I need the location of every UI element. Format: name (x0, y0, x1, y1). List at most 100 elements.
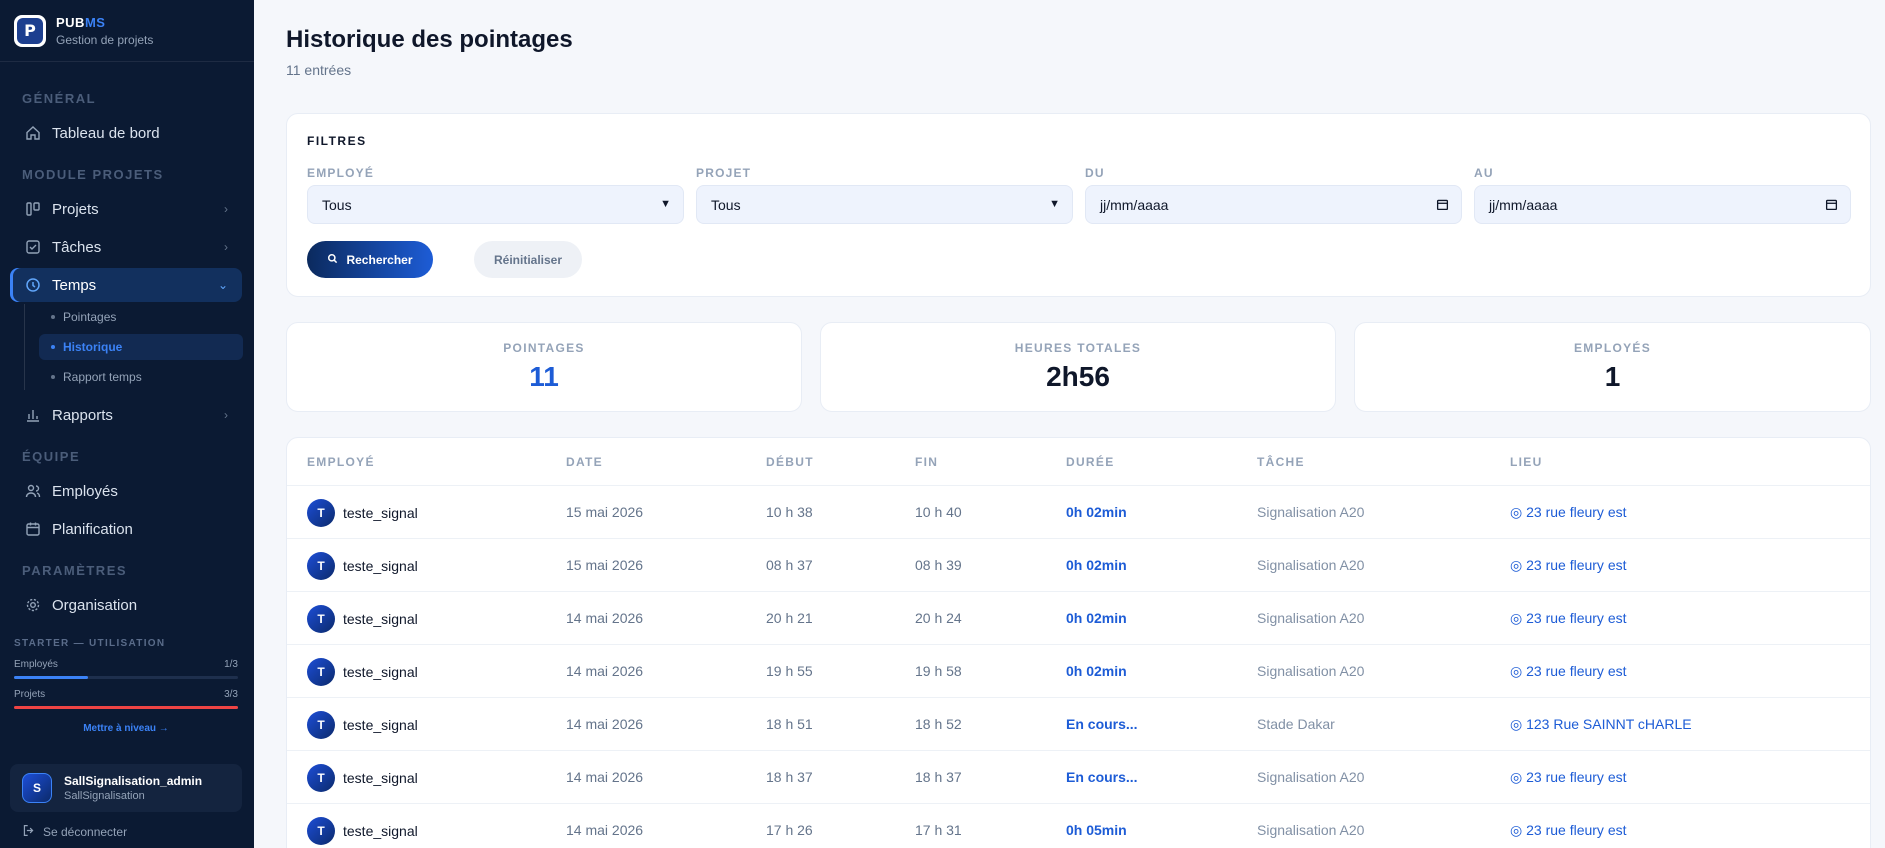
task-cell: Signalisation A20 (1257, 504, 1365, 520)
kanban-icon (24, 200, 42, 218)
user-card[interactable]: S SallSignalisation_admin SallSignalisat… (10, 764, 242, 812)
task-cell: Signalisation A20 (1257, 822, 1365, 838)
table-row[interactable]: Tteste_signal 15 mai 2026 10 h 38 10 h 40 0h… (287, 486, 1870, 539)
to-date-label: AU (1474, 166, 1494, 180)
start-cell: 19 h 55 (766, 663, 813, 679)
table-row[interactable]: Tteste_signal 14 mai 2026 18 h 37 18 h 37 En… (287, 751, 1870, 804)
employee-cell: Tteste_signal (307, 605, 418, 633)
employee-name: teste_signal (343, 717, 418, 733)
duration-cell: 0h 02min (1066, 557, 1127, 573)
project-select[interactable]: Tous ▼ (696, 185, 1073, 224)
employee-select[interactable]: Tous ▼ (307, 185, 684, 224)
end-cell: 08 h 39 (915, 557, 962, 573)
avatar: T (307, 764, 335, 792)
start-cell: 18 h 37 (766, 769, 813, 785)
plan-usage: STARTER — UTILISATION Employés 1/3 Projet… (14, 638, 238, 734)
users-icon (24, 482, 42, 500)
nav-projects[interactable]: Projets › (10, 192, 242, 226)
avatar: S (22, 773, 52, 803)
duration-cell: 0h 02min (1066, 504, 1127, 520)
projects-usage-bar (14, 706, 238, 709)
main-content: Historique des pointages 11 entrées FILT… (254, 0, 1885, 848)
history-table: EMPLOYÉ DATE DÉBUT FIN DURÉE TÂCHE LIEU … (286, 437, 1871, 848)
location-cell[interactable]: ◎ 123 Rue SAINNT cHARLE (1510, 716, 1692, 733)
nav-organization[interactable]: Organisation (10, 588, 242, 622)
section-projects: MODULE PROJETS (22, 167, 164, 182)
from-date-label: DU (1085, 166, 1105, 180)
time-subnav: Pointages Historique Rapport temps (24, 304, 243, 390)
date-cell: 14 mai 2026 (566, 769, 644, 785)
employee-cell: Tteste_signal (307, 764, 418, 792)
stat-card-pointages: POINTAGES 11 (286, 322, 802, 412)
checkbox-icon (24, 238, 42, 256)
employee-name: teste_signal (343, 558, 418, 574)
reset-button[interactable]: Réinitialiser (474, 241, 582, 278)
project-filter-label: PROJET (696, 166, 752, 180)
employee-name: teste_signal (343, 505, 418, 521)
user-name: SallSignalisation_admin (64, 774, 203, 788)
employees-usage-bar (14, 676, 238, 679)
location-cell[interactable]: ◎ 23 rue fleury est (1510, 504, 1627, 521)
employee-cell: Tteste_signal (307, 711, 418, 739)
upgrade-link[interactable]: Mettre à niveau → (14, 723, 238, 734)
duration-cell: 0h 02min (1066, 663, 1127, 679)
chevron-right-icon: › (224, 202, 228, 216)
date-cell: 14 mai 2026 (566, 716, 644, 732)
start-cell: 18 h 51 (766, 716, 813, 732)
duration-cell: 0h 05min (1066, 822, 1127, 838)
entry-count: 11 entrées (286, 62, 352, 78)
subnav-pointages[interactable]: Pointages (39, 304, 243, 330)
nav-time[interactable]: Temps ⌄ (10, 268, 242, 302)
start-cell: 10 h 38 (766, 504, 813, 520)
search-button[interactable]: Rechercher (307, 241, 433, 278)
nav-reports[interactable]: Rapports › (10, 398, 242, 432)
table-row[interactable]: Tteste_signal 14 mai 2026 18 h 51 18 h 52 En… (287, 698, 1870, 751)
chevron-right-icon: › (224, 240, 228, 254)
table-row[interactable]: Tteste_signal 14 mai 2026 17 h 26 17 h 31 0h… (287, 804, 1870, 848)
date-cell: 14 mai 2026 (566, 663, 644, 679)
location-cell[interactable]: ◎ 23 rue fleury est (1510, 822, 1627, 839)
end-cell: 18 h 37 (915, 769, 962, 785)
clock-icon (24, 276, 42, 294)
subnav-rapport-temps[interactable]: Rapport temps (39, 364, 243, 390)
nav-dashboard[interactable]: Tableau de bord (10, 116, 242, 150)
table-row[interactable]: Tteste_signal 14 mai 2026 20 h 21 20 h 24 0h… (287, 592, 1870, 645)
location-cell[interactable]: ◎ 23 rue fleury est (1510, 769, 1627, 786)
employee-filter-label: EMPLOYÉ (307, 166, 375, 180)
employee-name: teste_signal (343, 770, 418, 786)
start-cell: 20 h 21 (766, 610, 813, 626)
avatar: T (307, 711, 335, 739)
location-cell[interactable]: ◎ 23 rue fleury est (1510, 663, 1627, 680)
to-date-input[interactable]: jj/mm/aaaa (1474, 185, 1851, 224)
avatar: T (307, 499, 335, 527)
avatar: T (307, 658, 335, 686)
table-row[interactable]: Tteste_signal 15 mai 2026 08 h 37 08 h 39 0h… (287, 539, 1870, 592)
table-row[interactable]: Tteste_signal 14 mai 2026 19 h 55 19 h 58 0h… (287, 645, 1870, 698)
subnav-historique[interactable]: Historique (39, 334, 243, 360)
app-name: PUBMS (56, 14, 106, 30)
from-date-input[interactable]: jj/mm/aaaa (1085, 185, 1462, 224)
employee-name: teste_signal (343, 664, 418, 680)
filters-title: FILTRES (307, 134, 367, 148)
employee-cell: Tteste_signal (307, 552, 418, 580)
page-title: Historique des pointages (286, 26, 573, 53)
end-cell: 18 h 52 (915, 716, 962, 732)
nav-employees[interactable]: Employés (10, 474, 242, 508)
end-cell: 20 h 24 (915, 610, 962, 626)
location-cell[interactable]: ◎ 23 rue fleury est (1510, 557, 1627, 574)
end-cell: 19 h 58 (915, 663, 962, 679)
task-cell: Signalisation A20 (1257, 663, 1365, 679)
table-header: EMPLOYÉ DATE DÉBUT FIN DURÉE TÂCHE LIEU (287, 438, 1870, 486)
home-icon (24, 124, 42, 142)
brand[interactable]: P PUBMS Gestion de projets (0, 0, 254, 62)
logout-button[interactable]: Se déconnecter (22, 824, 127, 840)
duration-cell: En cours... (1066, 716, 1138, 732)
nav-planning[interactable]: Planification (10, 512, 242, 546)
calendar-icon (24, 520, 42, 538)
nav-tasks[interactable]: Tâches › (10, 230, 242, 264)
sidebar: P PUBMS Gestion de projets GÉNÉRAL Table… (0, 0, 254, 848)
location-cell[interactable]: ◎ 23 rue fleury est (1510, 610, 1627, 627)
end-cell: 10 h 40 (915, 504, 962, 520)
avatar: T (307, 817, 335, 845)
date-cell: 15 mai 2026 (566, 557, 644, 573)
